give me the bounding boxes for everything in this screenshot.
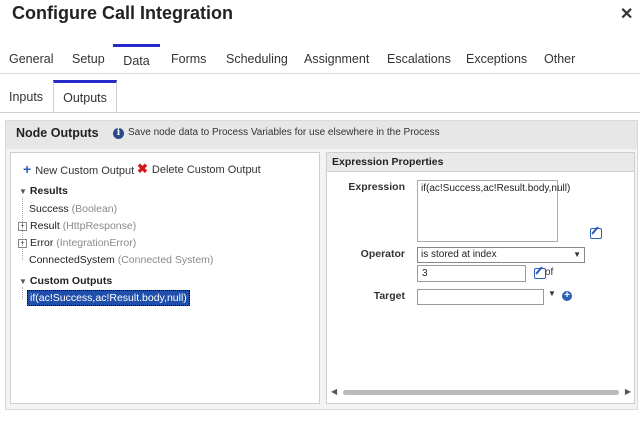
results-group[interactable]: ▼ Results — [19, 185, 68, 197]
horizontal-scrollbar[interactable]: ◀ ▶ — [331, 387, 631, 397]
edit-expression-icon[interactable] — [590, 228, 602, 239]
node-outputs-header: Node Outputs i Save node data to Process… — [6, 121, 637, 149]
expression-field[interactable]: if(ac!Success,ac!Result.body,null) — [417, 180, 570, 242]
outputs-tree-pane: + New Custom Output ✖ Delete Custom Output… — [10, 152, 320, 404]
tab-other[interactable]: Other — [544, 44, 575, 73]
target-label: Target — [373, 290, 405, 302]
target-input[interactable] — [417, 289, 544, 305]
subtab-outputs[interactable]: Outputs — [53, 80, 117, 112]
operator-select-value: is stored at index — [421, 249, 497, 260]
main-tabs: General Setup Data Forms Scheduling Assi… — [0, 44, 640, 74]
scrollbar-thumb[interactable] — [343, 390, 619, 395]
tree-item-name: Result — [30, 220, 60, 232]
info-icon: i — [113, 128, 124, 139]
custom-outputs-group-label: Custom Outputs — [29, 275, 113, 287]
tree-item-name: ConnectedSystem — [29, 254, 115, 266]
tab-setup[interactable]: Setup — [72, 44, 105, 73]
tree-item-connected-system[interactable]: ConnectedSystem (Connected System) — [29, 254, 213, 266]
tree-item-name: Error — [30, 237, 54, 249]
tab-scheduling[interactable]: Scheduling — [226, 44, 288, 73]
caret-down-icon[interactable]: ▼ — [19, 277, 27, 286]
subtab-inputs[interactable]: Inputs — [9, 80, 43, 112]
plus-icon: + — [23, 161, 32, 177]
new-custom-output-button[interactable]: + New Custom Output — [23, 161, 134, 177]
tab-general[interactable]: General — [9, 44, 53, 73]
delete-x-icon: ✖ — [137, 161, 148, 176]
close-icon[interactable]: ✕ — [620, 4, 633, 24]
add-target-icon[interactable]: + — [562, 291, 572, 301]
tab-data[interactable]: Data — [113, 44, 160, 73]
new-custom-output-label: New Custom Output — [35, 165, 135, 177]
scroll-right-icon[interactable]: ▶ — [625, 387, 631, 396]
operator-select[interactable]: is stored at index ▼ — [417, 247, 585, 263]
of-label: of — [545, 267, 554, 278]
tree-item-type: (IntegrationError) — [56, 237, 137, 249]
tab-escalations[interactable]: Escalations — [387, 44, 451, 73]
delete-custom-output-label: Delete Custom Output — [151, 164, 261, 176]
expression-properties-header: Expression Properties — [327, 153, 634, 172]
tree-item-type: (Connected System) — [117, 254, 214, 266]
chevron-down-icon: ▼ — [573, 250, 581, 259]
tree-item-custom-output[interactable]: if(ac!Success,ac!Result.body,null) — [27, 290, 190, 306]
node-outputs-title: Node Outputs — [16, 126, 99, 140]
dialog-title: Configure Call Integration — [12, 3, 234, 23]
delete-custom-output-button[interactable]: ✖ Delete Custom Output — [137, 161, 261, 177]
results-group-label: Results — [29, 185, 68, 197]
operator-label: Operator — [360, 248, 405, 260]
tab-exceptions[interactable]: Exceptions — [466, 44, 527, 73]
scroll-left-icon[interactable]: ◀ — [331, 387, 337, 396]
chevron-down-icon[interactable]: ▼ — [548, 289, 556, 298]
expand-icon[interactable]: + — [18, 221, 27, 231]
custom-outputs-group[interactable]: ▼ Custom Outputs — [19, 275, 112, 287]
tree-guide-line — [22, 287, 23, 299]
expression-properties-title: Expression Properties — [332, 156, 444, 168]
node-outputs-description: Save node data to Process Variables for … — [128, 127, 440, 138]
sub-tabs: Inputs Outputs — [0, 80, 640, 113]
tree-item-result[interactable]: + Result (HttpResponse) — [18, 220, 136, 232]
tab-forms[interactable]: Forms — [171, 44, 206, 73]
expression-properties-pane: Expression Properties Expression if(ac!S… — [326, 152, 635, 404]
tree-item-error[interactable]: + Error (IntegrationError) — [18, 237, 136, 249]
tree-item-type: (HttpResponse) — [62, 220, 137, 232]
tab-assignment[interactable]: Assignment — [304, 44, 369, 73]
tree-item-type: (Boolean) — [71, 203, 118, 215]
tree-item-name: Success — [29, 203, 69, 215]
custom-output-selected[interactable]: if(ac!Success,ac!Result.body,null) — [27, 290, 190, 306]
tree-item-success[interactable]: Success (Boolean) — [29, 203, 117, 215]
index-input[interactable]: 3 — [417, 265, 526, 282]
expand-icon[interactable]: + — [18, 238, 27, 248]
caret-down-icon[interactable]: ▼ — [19, 187, 27, 196]
expression-label: Expression — [348, 181, 405, 193]
